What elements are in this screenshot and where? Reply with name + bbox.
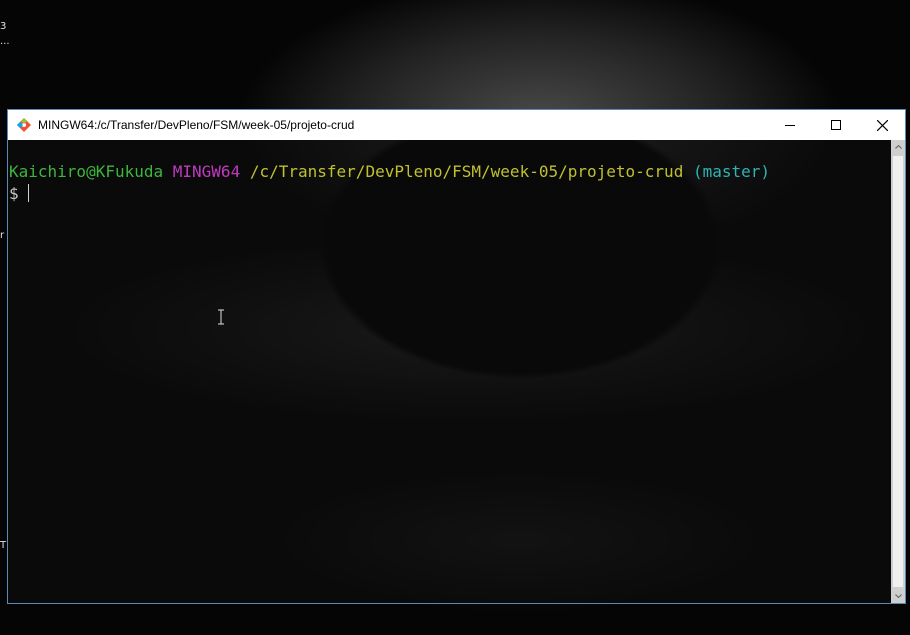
maximize-icon — [831, 120, 841, 130]
git-bash-icon — [17, 118, 31, 132]
close-button[interactable] — [859, 110, 905, 140]
prompt-branch: (master) — [692, 162, 771, 181]
ibeam-cursor-icon — [218, 309, 224, 325]
scroll-up-button[interactable] — [891, 140, 905, 154]
prompt-line: Kaichiro@KFukuda MINGW64 /c/Transfer/Dev… — [9, 161, 891, 183]
maximize-button[interactable] — [813, 110, 859, 140]
window-titlebar[interactable]: MINGW64:/c/Transfer/DevPleno/FSM/week-05… — [8, 110, 905, 140]
scroll-thumb[interactable] — [893, 156, 903, 587]
minimize-icon — [785, 125, 795, 126]
desktop-label-fragment: ... — [0, 36, 10, 47]
vertical-scrollbar[interactable] — [891, 140, 905, 603]
prompt-symbol: $ — [9, 184, 19, 203]
prompt-path: /c/Transfer/DevPleno/FSM/week-05/projeto… — [249, 162, 684, 181]
desktop-label-fragment: r — [0, 230, 5, 241]
window-title: MINGW64:/c/Transfer/DevPleno/FSM/week-05… — [38, 118, 355, 132]
desktop-label-fragment: 3 — [0, 21, 7, 32]
desktop-label-fragment: T — [0, 540, 7, 551]
minimize-button[interactable] — [767, 110, 813, 140]
window-controls — [767, 110, 905, 140]
prompt-env: MINGW64 — [172, 162, 241, 181]
close-icon — [876, 119, 888, 131]
terminal-window[interactable]: MINGW64:/c/Transfer/DevPleno/FSM/week-05… — [7, 109, 906, 604]
scroll-down-button[interactable] — [891, 589, 905, 603]
chevron-down-icon — [894, 594, 902, 598]
input-line[interactable]: $ — [9, 183, 891, 205]
terminal-output[interactable]: Kaichiro@KFukuda MINGW64 /c/Transfer/Dev… — [8, 140, 891, 603]
chevron-up-icon — [894, 145, 902, 149]
prompt-user: Kaichiro@KFukuda — [9, 162, 164, 181]
text-cursor — [28, 184, 30, 202]
